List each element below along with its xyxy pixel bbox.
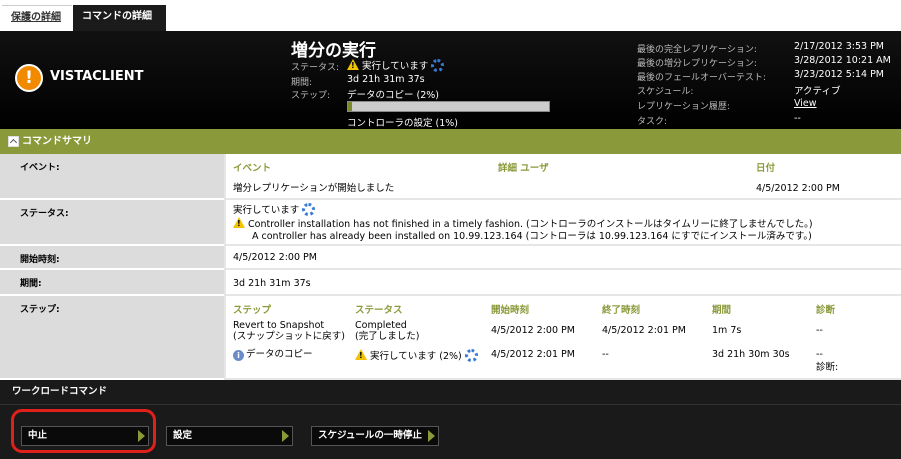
events-value: イベント 詳細 ユーザ 日付 増分レプリケーションが開始しました 4/5/201… (226, 154, 901, 200)
status-row: ステータス: 実行しています Controller installation h… (0, 200, 901, 246)
substep-value: コントローラの設定 (1%) (347, 118, 459, 129)
task-label: タスク: (637, 117, 668, 127)
duration-value: 3d 21h 31m 37s (347, 74, 425, 85)
steps-col-end: 終了時刻 (602, 305, 641, 316)
status-row-label: ステータス: (0, 200, 224, 246)
step1-diag: -- (816, 325, 823, 336)
alert-icon: ! (15, 64, 43, 92)
last-inc-rep-value: 3/28/2012 10:21 AM (794, 55, 891, 66)
start-time-row: 開始時刻: 4/5/2012 2:00 PM (0, 246, 901, 270)
pause-schedule-button[interactable]: スケジュールの一時停止 (311, 426, 439, 446)
events-col-date: 日付 (756, 163, 776, 174)
last-full-rep-label: 最後の完全レプリケーション: (637, 45, 757, 55)
spinner-icon (302, 203, 316, 216)
steps-col-duration: 期間 (712, 305, 732, 316)
events-label: イベント: (0, 154, 224, 200)
job-header: ! VISTACLIENT 増分の実行 ステータス: 実行しています 期間: 3… (0, 31, 901, 129)
info-icon: i (233, 350, 244, 361)
step-label: ステップ: (291, 91, 331, 101)
events-row: イベント: イベント 詳細 ユーザ 日付 増分レプリケーションが開始しました 4… (0, 154, 901, 200)
last-failover-value: 3/23/2012 5:14 PM (794, 69, 885, 80)
tab-protection-details[interactable]: 保護の詳細 (2, 5, 72, 31)
step-progress-fill (348, 102, 353, 111)
command-summary-title: コマンドサマリ (22, 136, 92, 147)
start-time-value: 4/5/2012 2:00 PM (233, 252, 317, 263)
step1-start: 4/5/2012 2:00 PM (491, 325, 575, 336)
command-summary-bar[interactable]: コマンドサマリ (0, 129, 901, 154)
duration-row-label: 期間: (0, 270, 224, 296)
client-name: VISTACLIENT (50, 69, 144, 84)
status-row-text: 実行しています (233, 203, 316, 216)
spinner-icon (431, 59, 445, 72)
last-failover-label: 最後のフェールオーバーテスト: (637, 73, 766, 83)
duration-row-value: 3d 21h 31m 37s (233, 278, 311, 289)
warning-icon (347, 59, 359, 70)
events-col-detail-user: 詳細 ユーザ (498, 163, 549, 174)
status-warning-1: Controller installation has not finished… (233, 217, 813, 230)
step2-duration: 3d 21h 30m 30s (712, 349, 790, 360)
duration-label: 期間: (291, 78, 313, 88)
tab-command-details[interactable]: コマンドの詳細 (73, 5, 166, 31)
event-text: 増分レプリケーションが開始しました (233, 183, 395, 194)
start-time-value-cell: 4/5/2012 2:00 PM (226, 246, 901, 270)
summary-content: イベント: イベント 詳細 ユーザ 日付 増分レプリケーションが開始しました 4… (0, 154, 901, 380)
step2-diag: -- (816, 349, 823, 360)
step1-status: Completed (355, 320, 407, 331)
rep-history-label: レプリケーション履歴: (637, 102, 730, 112)
duration-row-value-cell: 3d 21h 31m 37s (226, 270, 901, 296)
tab-bar: 保護の詳細 コマンドの詳細 (0, 0, 901, 31)
event-date: 4/5/2012 2:00 PM (756, 183, 840, 194)
last-inc-rep-label: 最後の増分レプリケーション: (637, 59, 757, 69)
steps-label: ステップ: (0, 296, 224, 380)
abort-highlight-annotation (11, 409, 156, 453)
step1-end: 4/5/2012 2:01 PM (602, 325, 686, 336)
status-row-value: 実行しています Controller installation has not … (226, 200, 901, 246)
steps-col-start: 開始時刻 (491, 305, 530, 316)
steps-col-diag: 診断 (816, 305, 836, 316)
warning-icon (355, 349, 367, 360)
spinner-icon (464, 349, 478, 362)
step-value: データのコピー (2%) (347, 90, 440, 101)
collapse-icon[interactable] (8, 136, 19, 147)
step2-diag-link[interactable]: 診断: (816, 362, 838, 373)
duration-row: 期間: 3d 21h 31m 37s (0, 270, 901, 296)
steps-col-status: ステータス (355, 305, 403, 316)
status-warning-2: A controller has already been installed … (252, 231, 812, 242)
step2-name: i データのコピー (233, 349, 313, 361)
step1-name-jp: (スナップショットに戻す) (233, 331, 345, 342)
play-arrow-icon (428, 430, 435, 442)
task-value: -- (794, 113, 801, 124)
step2-start: 4/5/2012 2:01 PM (491, 349, 575, 360)
step1-name: Revert to Snapshot (233, 320, 325, 331)
step-progress-bar (347, 101, 550, 112)
status-value: 実行しています (347, 58, 445, 72)
warning-icon (233, 217, 245, 228)
step1-duration: 1m 7s (712, 325, 742, 336)
steps-row: ステップ: ステップ ステータス 開始時刻 終了時刻 期間 診断 Revert … (0, 296, 901, 380)
steps-table: ステップ ステータス 開始時刻 終了時刻 期間 診断 Revert to Sna… (226, 296, 901, 380)
schedule-label: スケジュール: (637, 87, 694, 97)
start-time-label: 開始時刻: (0, 246, 224, 270)
rep-history-link[interactable]: View (794, 98, 817, 109)
last-full-rep-value: 2/17/2012 3:53 PM (794, 41, 885, 52)
schedule-value: アクティブ (794, 86, 841, 97)
status-label: ステータス: (291, 63, 340, 73)
step1-status-jp: (完了しました) (355, 331, 420, 342)
settings-button[interactable]: 設定 (166, 426, 293, 446)
step2-status: 実行しています (2%) (355, 349, 478, 362)
status-text: 実行しています (362, 61, 429, 72)
workload-commands-title: ワークロードコマンド (0, 380, 901, 404)
play-arrow-icon (282, 430, 289, 442)
steps-col-step: ステップ (233, 305, 272, 316)
step2-end: -- (602, 349, 609, 360)
events-col-event: イベント (233, 163, 272, 174)
